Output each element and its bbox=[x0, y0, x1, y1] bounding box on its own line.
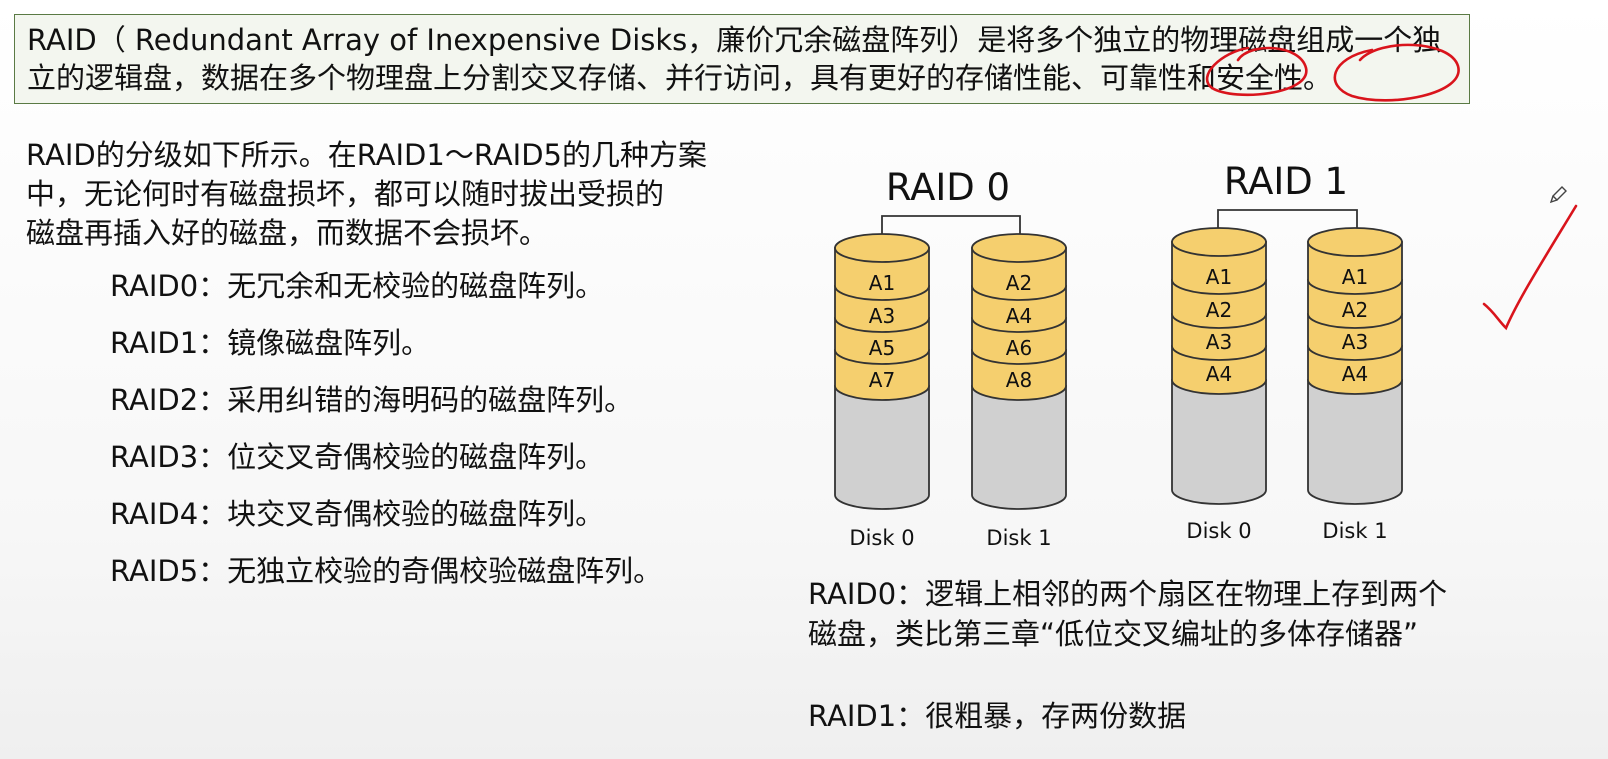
note-raid1-line: RAID1：很粗暴，存两份数据 bbox=[808, 699, 1187, 733]
block-label: A4 bbox=[1006, 304, 1032, 328]
disk-body bbox=[1171, 379, 1267, 505]
raid-levels-list: RAID0：无冗余和无校验的磁盘阵列。 RAID1：镜像磁盘阵列。 RAID2：… bbox=[110, 266, 730, 608]
block-label: A3 bbox=[869, 304, 895, 328]
definition-box: RAID（ Redundant Array of Inexpensive Dis… bbox=[14, 14, 1470, 104]
disk-top bbox=[1307, 227, 1403, 257]
block-label: A8 bbox=[1006, 368, 1032, 392]
block-label: A1 bbox=[1342, 265, 1368, 289]
block-label: A2 bbox=[1206, 298, 1232, 322]
intro-paragraph: RAID的分级如下所示。在RAID1～RAID5的几种方案 中，无论何时有磁盘损… bbox=[26, 136, 746, 253]
disk-body bbox=[834, 385, 930, 510]
disk-body bbox=[1307, 379, 1403, 505]
raid-diagram: RAID 0 A1 A3 A5 A7 Disk 0 A2 A4 A6 A8 Di… bbox=[820, 150, 1450, 570]
disk-top bbox=[834, 233, 930, 263]
raid-diagram-svg: RAID 0 A1 A3 A5 A7 Disk 0 A2 A4 A6 A8 Di… bbox=[834, 160, 1403, 550]
disk-top bbox=[1171, 227, 1267, 257]
disk-body bbox=[971, 385, 1067, 510]
raid1-disk-1: A1 A2 A3 A4 Disk 1 bbox=[1307, 227, 1403, 543]
raid1-title: RAID 1 bbox=[1224, 160, 1348, 203]
raid0-group: RAID 0 A1 A3 A5 A7 Disk 0 A2 A4 A6 A8 Di… bbox=[834, 166, 1067, 550]
raid1-disk-0: A1 A2 A3 A4 Disk 0 bbox=[1171, 227, 1267, 543]
raid-level-5: RAID5：无独立校验的奇偶校验磁盘阵列。 bbox=[110, 554, 663, 588]
raid-level-3: RAID3：位交叉奇偶校验的磁盘阵列。 bbox=[110, 440, 605, 474]
checkmark-icon bbox=[1482, 204, 1578, 331]
block-label: A3 bbox=[1206, 330, 1232, 354]
intro-line-2: 中，无论何时有磁盘损坏，都可以随时拔出受损的 bbox=[26, 177, 665, 211]
raid-level-2: RAID2：采用纠错的海明码的磁盘阵列。 bbox=[110, 383, 634, 417]
disk-top bbox=[971, 233, 1067, 263]
disk-label: Disk 0 bbox=[1186, 519, 1251, 543]
raid0-title: RAID 0 bbox=[886, 166, 1010, 209]
note-raid0-line-1: RAID0：逻辑上相邻的两个扇区在物理上存到两个 bbox=[808, 577, 1448, 611]
disk-label: Disk 1 bbox=[1322, 519, 1387, 543]
raid-level-4: RAID4：块交叉奇偶校验的磁盘阵列。 bbox=[110, 497, 605, 531]
block-label: A4 bbox=[1206, 362, 1232, 386]
block-label: A6 bbox=[1006, 336, 1032, 360]
block-label: A5 bbox=[869, 336, 895, 360]
disk-label: Disk 1 bbox=[986, 526, 1051, 550]
disk-label: Disk 0 bbox=[849, 526, 914, 550]
block-label: A1 bbox=[1206, 265, 1232, 289]
pencil-icon bbox=[1549, 186, 1567, 204]
block-label: A2 bbox=[1342, 298, 1368, 322]
notes-section: RAID0：逻辑上相邻的两个扇区在物理上存到两个 磁盘，类比第三章“低位交叉编址… bbox=[808, 574, 1588, 736]
intro-line-1: RAID的分级如下所示。在RAID1～RAID5的几种方案 bbox=[26, 138, 707, 172]
intro-line-3: 磁盘再插入好的磁盘，而数据不会损坏。 bbox=[26, 216, 549, 250]
raid-level-0: RAID0：无冗余和无校验的磁盘阵列。 bbox=[110, 269, 605, 303]
block-label: A3 bbox=[1342, 330, 1368, 354]
note-spacer bbox=[808, 654, 1588, 696]
raid-level-1: RAID1：镜像磁盘阵列。 bbox=[110, 326, 431, 360]
raid0-disk-0: A1 A3 A5 A7 Disk 0 bbox=[834, 233, 930, 550]
raid1-group: RAID 1 A1 A2 A3 A4 Disk 0 A1 A2 A3 A4 Di… bbox=[1171, 160, 1403, 543]
block-label: A2 bbox=[1006, 271, 1032, 295]
raid0-disk-1: A2 A4 A6 A8 Disk 1 bbox=[971, 233, 1067, 550]
definition-line-2: 立的逻辑盘，数据在多个物理盘上分割交叉存储、并行访问，具有更好的存储性能、可靠性… bbox=[27, 61, 1333, 95]
block-label: A7 bbox=[869, 368, 895, 392]
block-label: A1 bbox=[869, 271, 895, 295]
note-raid0-line-2: 磁盘，类比第三章“低位交叉编址的多体存储器” bbox=[808, 617, 1419, 651]
definition-line-1: RAID（ Redundant Array of Inexpensive Dis… bbox=[27, 23, 1442, 57]
block-label: A4 bbox=[1342, 362, 1368, 386]
